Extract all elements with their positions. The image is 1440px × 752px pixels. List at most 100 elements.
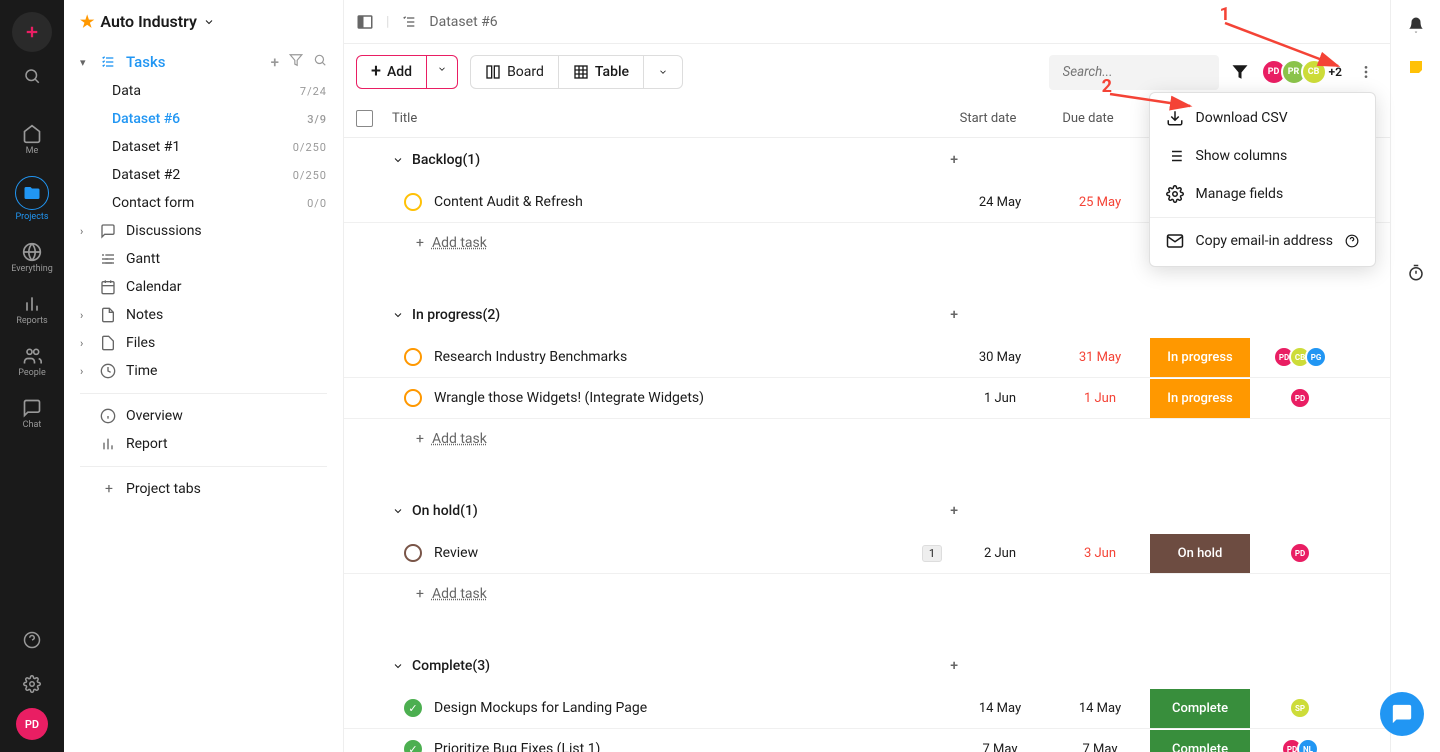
sidebar-nav-item[interactable]: Calendar (64, 273, 343, 301)
add-button[interactable]: +Add (356, 55, 427, 89)
chevron-down-icon (392, 309, 404, 321)
task-stage[interactable]: On hold (1150, 534, 1250, 573)
main-content: | Dataset #6 +Add Board Table PDPRCB+2 T… (344, 0, 1390, 752)
task-title: Wrangle those Widgets! (Integrate Widget… (434, 378, 950, 418)
col-due[interactable]: Due date (1038, 111, 1138, 126)
search-button[interactable] (12, 56, 52, 96)
help-button[interactable] (12, 620, 52, 660)
add-list-icon[interactable]: + (271, 53, 279, 71)
select-all-checkbox[interactable] (356, 110, 373, 127)
member-avatars[interactable]: PDPRCB+2 (1261, 59, 1342, 85)
nav-projects[interactable]: Projects (0, 168, 64, 230)
sidebar-extra-item[interactable]: Overview (64, 402, 343, 430)
nav-me[interactable]: Me (0, 116, 64, 164)
chevron-down-icon (392, 154, 404, 166)
notifications-icon[interactable] (1407, 16, 1425, 34)
nav-reports[interactable]: Reports (0, 286, 64, 334)
filter-icon[interactable] (1231, 63, 1249, 81)
status-complete-icon: ✓ (404, 699, 422, 717)
tasks-icon (100, 54, 118, 70)
task-start-date: 24 May (950, 195, 1050, 210)
project-name: Auto Industry (100, 12, 197, 31)
add-task-button[interactable]: +Add task (344, 574, 1390, 614)
search-input[interactable] (1049, 55, 1219, 90)
sidebar-list-item[interactable]: Contact form0/0 (64, 189, 343, 217)
breadcrumb: Dataset #6 (429, 14, 497, 30)
settings-button[interactable] (12, 664, 52, 704)
task-row[interactable]: ✓Design Mockups for Landing Page14 May14… (344, 688, 1390, 729)
add-task-icon[interactable]: + (950, 503, 958, 519)
task-stage[interactable]: Complete (1150, 689, 1250, 728)
add-task-icon[interactable]: + (950, 152, 958, 168)
group-header[interactable]: On hold(1)+ (344, 489, 1390, 533)
member-avatar[interactable]: CB (1301, 59, 1327, 85)
view-board[interactable]: Board (471, 56, 559, 88)
col-start[interactable]: Start date (938, 111, 1038, 126)
more-menu-button[interactable] (1354, 60, 1378, 84)
create-button[interactable] (12, 12, 52, 52)
assignee-avatar[interactable]: SP (1289, 697, 1311, 719)
show-columns[interactable]: Show columns (1150, 137, 1375, 175)
task-row[interactable]: Review12 Jun3 JunOn holdPD (344, 533, 1390, 574)
task-title: Content Audit & Refresh (434, 182, 950, 222)
chevron-down-icon (392, 505, 404, 517)
assignee-avatar[interactable]: PG (1305, 346, 1327, 368)
timer-icon[interactable] (1407, 264, 1425, 282)
sidebar-list-item[interactable]: Data7/24 (64, 77, 343, 105)
view-table[interactable]: Table (559, 56, 644, 88)
status-icon (404, 544, 422, 562)
panel-icon[interactable] (356, 13, 374, 31)
sidebar-extra-item[interactable]: Report (64, 430, 343, 458)
nav-chat[interactable]: Chat (0, 390, 64, 438)
status-icon (404, 193, 422, 211)
status-icon (404, 389, 422, 407)
task-due-date: 1 Jun (1050, 391, 1150, 406)
avatar-more[interactable]: +2 (1329, 65, 1342, 79)
assignee-avatar[interactable]: PD (1289, 387, 1311, 409)
sidebar-nav-item[interactable]: ›Notes (64, 301, 343, 329)
search-icon[interactable] (313, 53, 327, 71)
add-task-icon[interactable]: + (950, 658, 958, 674)
sidebar-nav-item[interactable]: ›Discussions (64, 217, 343, 245)
download-csv[interactable]: Download CSV (1150, 99, 1375, 137)
plus-icon: + (100, 481, 118, 497)
nav-people[interactable]: People (0, 338, 64, 386)
task-stage[interactable]: Complete (1150, 730, 1250, 752)
sidebar-tasks[interactable]: ▾ Tasks + (64, 47, 343, 77)
sidebar-nav-item[interactable]: Gantt (64, 245, 343, 273)
assignee-avatar[interactable]: NL (1297, 738, 1319, 752)
sidebar-nav-item[interactable]: ›Time (64, 357, 343, 385)
nav-everything[interactable]: Everything (0, 234, 64, 282)
user-avatar[interactable]: PD (16, 708, 48, 740)
manage-fields[interactable]: Manage fields (1150, 175, 1375, 213)
chat-widget[interactable] (1380, 692, 1424, 736)
task-stage[interactable]: In progress (1150, 338, 1250, 377)
col-title[interactable]: Title (392, 111, 938, 126)
add-task-icon[interactable]: + (950, 307, 958, 323)
task-row[interactable]: ✓Prioritize Bug Fixes (List 1)7 May7 May… (344, 729, 1390, 752)
copy-email-address[interactable]: Copy email-in address (1150, 222, 1375, 260)
chevron-down-icon (392, 660, 404, 672)
sidebar-list-item[interactable]: Dataset #20/250 (64, 161, 343, 189)
task-row[interactable]: Research Industry Benchmarks30 May31 May… (344, 337, 1390, 378)
sidebar-nav-item[interactable]: ›Files (64, 329, 343, 357)
add-dropdown[interactable] (427, 55, 458, 89)
group-header[interactable]: In progress(2)+ (344, 293, 1390, 337)
status-icon (404, 348, 422, 366)
comment-count: 1 (922, 545, 942, 562)
notes-icon[interactable] (1407, 58, 1425, 76)
view-more[interactable] (644, 56, 682, 88)
task-row[interactable]: Wrangle those Widgets! (Integrate Widget… (344, 378, 1390, 419)
task-start-date: 14 May (950, 701, 1050, 716)
task-stage[interactable]: In progress (1150, 379, 1250, 418)
more-menu-dropdown: Download CSV Show columns Manage fields … (1149, 92, 1376, 267)
assignee-avatar[interactable]: PD (1289, 542, 1311, 564)
group-header[interactable]: Complete(3)+ (344, 644, 1390, 688)
sidebar-list-item[interactable]: Dataset #63/9 (64, 105, 343, 133)
project-selector[interactable]: ★ Auto Industry (64, 0, 343, 43)
project-tabs[interactable]: + Project tabs (64, 475, 343, 503)
task-due-date: 14 May (1050, 701, 1150, 716)
add-task-button[interactable]: +Add task (344, 419, 1390, 459)
sidebar-list-item[interactable]: Dataset #10/250 (64, 133, 343, 161)
filter-icon[interactable] (289, 53, 303, 71)
